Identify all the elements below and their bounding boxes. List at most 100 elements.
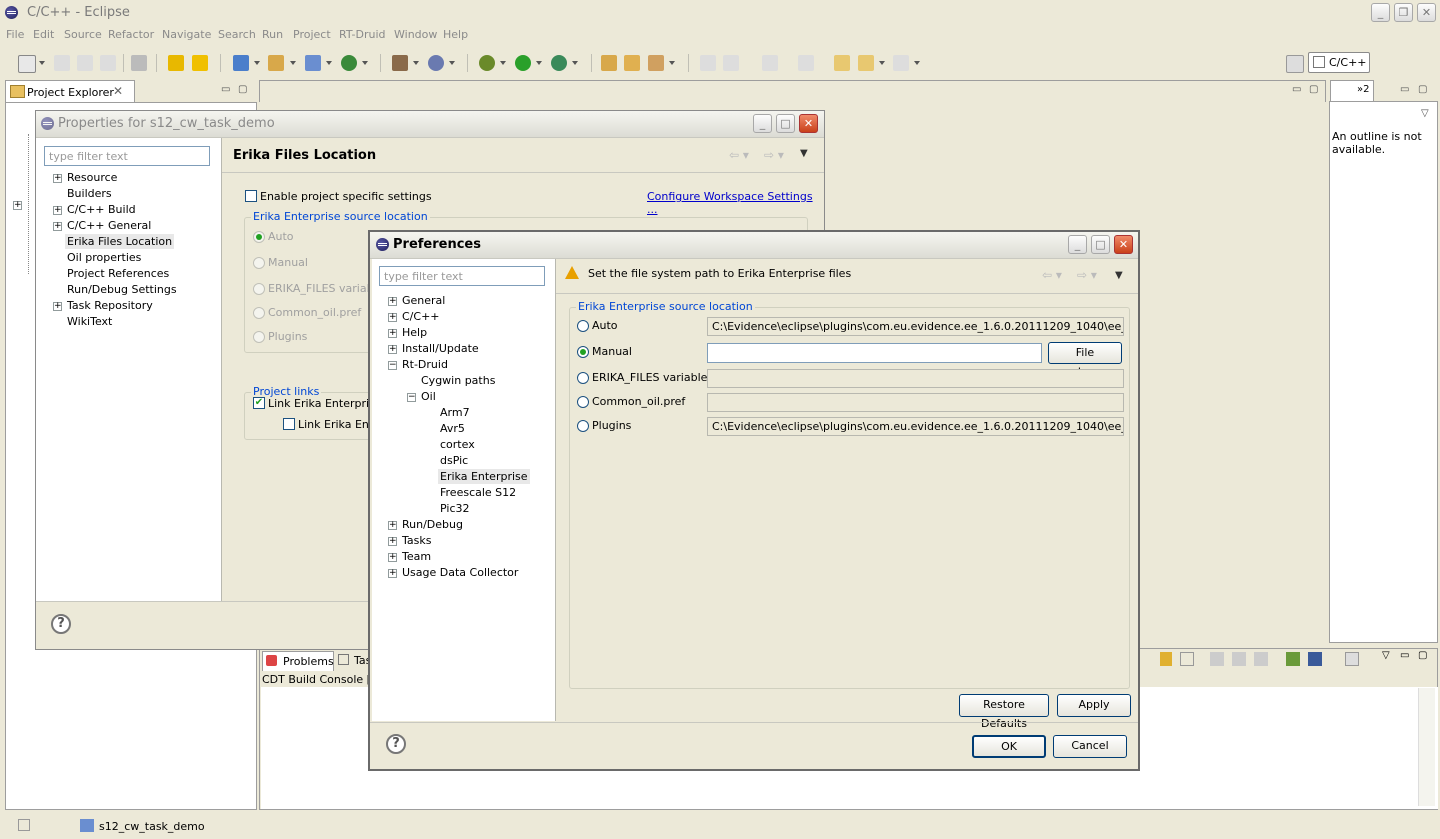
link-erika-checkbox[interactable]: ✔ [253, 397, 265, 409]
new-folder-dropdown-icon[interactable] [290, 61, 296, 65]
outline-maximize-icon[interactable]: ▢ [1418, 84, 1427, 95]
toggle-mark-icon[interactable] [700, 55, 716, 71]
expand-icon[interactable]: + [388, 297, 397, 306]
open-type-icon[interactable] [601, 55, 617, 71]
pref-radio-auto[interactable] [577, 320, 589, 332]
expand-icon[interactable]: + [53, 206, 62, 215]
minimize-button[interactable]: _ [1371, 3, 1390, 22]
close-button[interactable]: ✕ [1417, 3, 1436, 22]
hammer-dropdown-icon[interactable] [413, 61, 419, 65]
outline-minimize-icon[interactable]: ▭ [1400, 84, 1409, 95]
expand-icon[interactable]: + [388, 537, 397, 546]
restore-defaults-button[interactable]: Restore Defaults [959, 694, 1049, 730]
menu-source[interactable]: Source [64, 28, 102, 41]
pref-tree-arm7[interactable]: Arm7 [440, 406, 470, 419]
prop-radio-erika-files[interactable] [253, 283, 265, 295]
forward-icon[interactable] [893, 55, 909, 71]
search-icon[interactable] [648, 55, 664, 71]
expand-icon[interactable]: + [53, 222, 62, 231]
expand-icon[interactable]: + [388, 313, 397, 322]
prop-tree-oil-properties[interactable]: Oil properties [67, 251, 141, 264]
collapse-icon[interactable]: − [388, 361, 397, 370]
open-element-icon[interactable] [624, 55, 640, 71]
file-system-button[interactable]: File system... [1048, 342, 1122, 378]
tab-problems[interactable]: Problems [262, 651, 334, 671]
pref-radio-erika-files[interactable] [577, 372, 589, 384]
tab-outline[interactable]: »2 [1330, 80, 1374, 102]
menu-window[interactable]: Window [394, 28, 437, 41]
new-icon[interactable] [18, 55, 36, 73]
fast-view-icon[interactable] [18, 819, 30, 831]
target-dropdown-icon[interactable] [449, 61, 455, 65]
pref-tree-dspic[interactable]: dsPic [440, 454, 468, 467]
new-project-icon[interactable] [233, 55, 249, 71]
prop-tree-cpp-build[interactable]: C/C++ Build [67, 203, 136, 216]
menu-rt-druid[interactable]: RT-Druid [339, 28, 386, 41]
prop-tree-run-debug[interactable]: Run/Debug Settings [67, 283, 177, 296]
prop-tree-builders[interactable]: Builders [67, 187, 112, 200]
scroll-lock-icon[interactable] [1180, 652, 1194, 666]
pref-tree-oil[interactable]: Oil [421, 390, 436, 403]
prop-radio-auto[interactable] [253, 231, 265, 243]
console-view-menu-icon[interactable]: ▽ [1382, 650, 1390, 661]
pref-tree-avr5[interactable]: Avr5 [440, 422, 465, 435]
menu-help[interactable]: Help [443, 28, 468, 41]
pref-manual-path-input[interactable] [707, 343, 1042, 363]
show-whitespace-icon[interactable] [723, 55, 739, 71]
pref-tree-rt-druid[interactable]: Rt-Druid [402, 358, 448, 371]
pref-tree-team[interactable]: Team [402, 550, 431, 563]
pref-tree-pic32[interactable]: Pic32 [440, 502, 470, 515]
pref-tree-cortex[interactable]: cortex [440, 438, 475, 451]
scroll-up-icon[interactable] [1160, 652, 1172, 666]
pref-tree-help[interactable]: Help [402, 326, 427, 339]
build-icon[interactable] [131, 55, 147, 71]
pref-radio-plugins[interactable] [577, 420, 589, 432]
pref-tree-cpp[interactable]: C/C++ [402, 310, 440, 323]
console-minimize-icon[interactable]: ▭ [1400, 650, 1409, 661]
page-menu-icon[interactable]: ▼ [800, 148, 808, 159]
prop-tree-project-references[interactable]: Project References [67, 267, 169, 280]
preferences-help-icon[interactable]: ? [386, 734, 406, 754]
save-all-icon[interactable] [77, 55, 93, 71]
expand-icon[interactable]: + [388, 521, 397, 530]
prop-radio-plugins[interactable] [253, 331, 265, 343]
pref-tree-cygwin-paths[interactable]: Cygwin paths [421, 374, 495, 387]
clear-console-icon[interactable] [1210, 652, 1224, 666]
hammer-icon[interactable] [392, 55, 408, 71]
rtd-icon-1[interactable] [168, 55, 184, 71]
expand-icon[interactable]: + [13, 201, 22, 210]
menu-refactor[interactable]: Refactor [108, 28, 154, 41]
view-menu-icon[interactable]: ▽ [1421, 108, 1429, 119]
remove-console-icon[interactable] [1254, 652, 1268, 666]
back-nav-icon[interactable]: ⇦ ▾ [729, 148, 749, 162]
preferences-close-button[interactable]: ✕ [1114, 235, 1133, 254]
properties-help-icon[interactable]: ? [51, 614, 71, 634]
save-icon[interactable] [54, 55, 70, 71]
debug-icon[interactable] [479, 55, 495, 71]
pref-tree-run-debug[interactable]: Run/Debug [402, 518, 463, 531]
search-dropdown-icon[interactable] [669, 61, 675, 65]
close-view-icon[interactable]: ✕ [113, 84, 123, 98]
preferences-filter-input[interactable]: type filter text [379, 266, 545, 286]
run-dropdown-icon[interactable] [536, 61, 542, 65]
expand-icon[interactable]: + [53, 174, 62, 183]
pref-tree-general[interactable]: General [402, 294, 445, 307]
new-file-dropdown-icon[interactable] [326, 61, 332, 65]
configure-workspace-link[interactable]: Configure Workspace Settings ... [647, 190, 824, 216]
forward-dropdown-icon[interactable] [914, 61, 920, 65]
minimize-view-icon[interactable]: ▭ [221, 84, 230, 95]
menu-run[interactable]: Run [262, 28, 283, 41]
new-dropdown-icon[interactable] [39, 61, 45, 65]
cancel-button[interactable]: Cancel [1053, 735, 1127, 758]
expand-icon[interactable]: + [388, 329, 397, 338]
console-maximize-icon[interactable]: ▢ [1418, 650, 1427, 661]
overflow-tabs-icon[interactable]: »2 [1357, 84, 1369, 95]
enable-project-settings-checkbox[interactable] [245, 190, 257, 202]
prop-tree-resource[interactable]: Resource [67, 171, 117, 184]
expand-icon[interactable]: + [388, 553, 397, 562]
debug-dropdown-icon[interactable] [500, 61, 506, 65]
tab-project-explorer[interactable]: Project Explorer ✕ [5, 80, 135, 103]
next-annotation-icon[interactable] [762, 55, 778, 71]
display-console-icon[interactable] [1308, 652, 1322, 666]
editor-maximize-icon[interactable]: ▢ [1309, 84, 1318, 95]
